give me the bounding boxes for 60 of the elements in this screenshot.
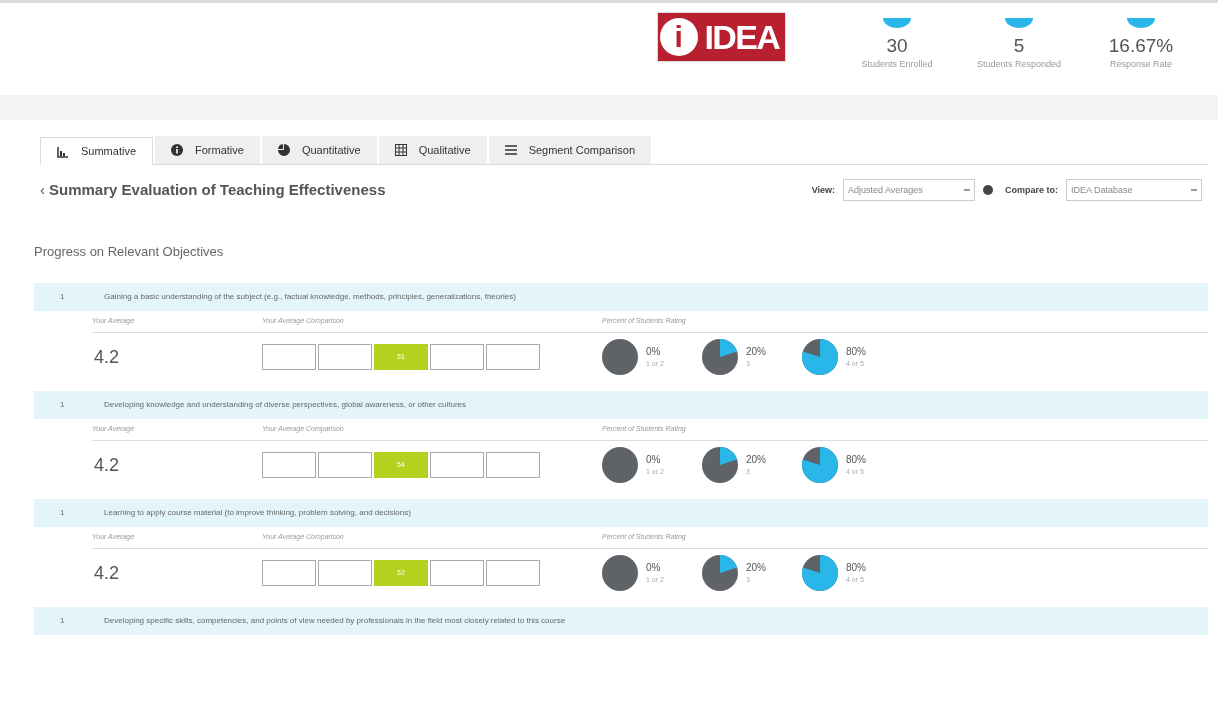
tab[interactable]: Segment Comparison [488,136,651,164]
stat-label: Response Rate [1109,58,1172,72]
pie-chart-icon [702,555,738,591]
view-label: View: [811,183,835,197]
tab[interactable]: Summative [40,137,154,165]
subtitle: Progress on Relevant Objectives [34,242,225,261]
back-button[interactable]: ‹ [40,179,45,202]
objective-number: 1 [59,615,66,627]
logo-mark: i [659,17,698,56]
stat-value: 5 [1013,34,1025,59]
pie-chart-icon [277,144,290,156]
objective-text: Gaining a basic understanding of the subject (e.g., factual knowledge, methods, principles, generalizations, theories) [104,291,516,303]
objective-number: 1 [59,507,66,519]
pie-chart-icon [702,447,738,483]
average-value: 4.2 [93,453,121,477]
rating-percent: 20% [746,561,766,576]
caret-icon [1191,189,1197,192]
pie-chart-icon [702,339,738,375]
pie-chart-icon [802,339,838,375]
stat-label: Students Enrolled [861,58,933,72]
rating-percent: 0% [646,345,662,360]
stat-value: 30 [886,34,908,59]
pie-chart-icon [602,447,638,483]
objective-number: 1 [59,399,66,411]
tab[interactable]: Formative [155,136,260,164]
stat-icon [882,18,912,29]
compare-dropdown[interactable]: IDEA Database [1066,179,1202,202]
pie-chart-icon [802,447,838,483]
stat-value: 16.67% [1108,34,1174,59]
rating-percent: 80% [846,345,866,360]
average-value: 4.2 [93,561,121,585]
rating-percent: 20% [746,453,766,468]
pie-chart-icon [602,555,638,591]
objective-text: Developing knowledge and understanding of diverse perspectives, global awareness, or other cultures [104,399,466,411]
rating-percent: 0% [646,561,662,576]
grid-icon [394,144,407,156]
help-icon [983,185,993,196]
list-icon [504,144,517,156]
stat-label: Students Responded [976,58,1062,72]
stat-icon [1126,18,1156,29]
bar-chart-icon [57,145,69,158]
pie-chart-icon [602,339,638,375]
rating-percent: 20% [746,345,766,360]
section-title: Summary Evaluation of Teaching Effectiveness [49,180,386,200]
rating-percent: 0% [646,453,662,468]
info-icon [171,144,184,156]
average-value: 4.2 [93,345,121,369]
pie-chart-icon [802,555,838,591]
objective-text: Learning to apply course material (to improve thinking, problem solving, and decisions) [104,507,411,519]
tab[interactable]: Qualitative [378,136,487,164]
rating-percent: 80% [846,561,866,576]
tab[interactable]: Quantitative [261,136,377,164]
view-dropdown[interactable]: Adjusted Averages [843,179,975,202]
logo-word: IDEA [703,19,781,54]
compare-label: Compare to: [1005,183,1058,197]
objective-number: 1 [59,291,66,303]
stat-icon [1004,18,1034,29]
objective-text: Developing specific skills, competencies, and points of view needed by professionals in the field most closely related to this course [104,615,566,627]
rating-percent: 80% [846,453,866,468]
caret-icon [964,189,970,192]
